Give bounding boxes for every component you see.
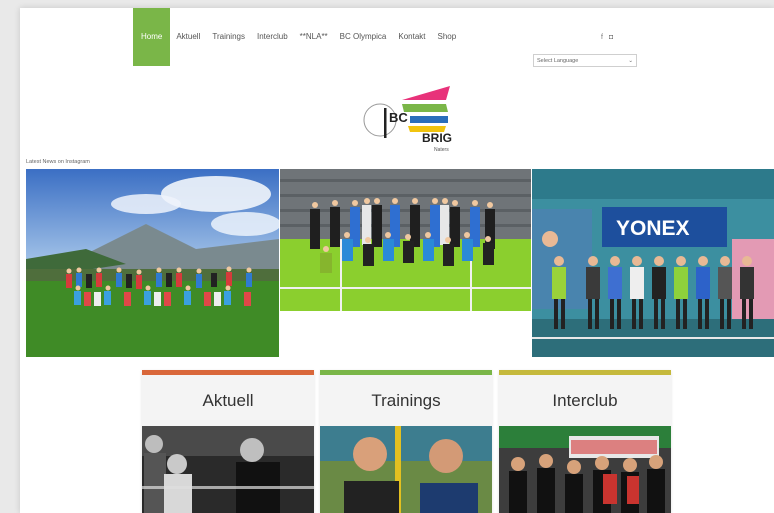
card-image-aktuell [142, 426, 314, 513]
chevron-down-icon: ⌄ [628, 57, 633, 64]
facebook-icon[interactable]: f [601, 34, 603, 41]
card-aktuell[interactable]: Aktuell [142, 370, 314, 513]
nav-interclub[interactable]: Interclub [251, 8, 294, 66]
nav-kontakt[interactable]: Kontakt [392, 8, 431, 66]
social-links: f ◘ [601, 34, 613, 41]
card-image-trainings [320, 426, 492, 513]
instagram-photo-outdoor-group[interactable] [26, 169, 279, 357]
language-select[interactable]: Select Language ⌄ [533, 54, 637, 67]
yonex-banner-text: YONEX [616, 217, 690, 240]
language-select-value: Select Language [537, 57, 579, 64]
card-title: Aktuell [142, 375, 314, 426]
instagram-photo-yonex-team[interactable]: YONEX [532, 169, 774, 357]
nav-shop[interactable]: Shop [432, 8, 463, 66]
card-title: Trainings [320, 375, 492, 426]
logo-bc-text: BC [389, 110, 408, 125]
instagram-icon[interactable]: ◘ [609, 34, 613, 41]
card-title: Interclub [499, 375, 671, 426]
nav-trainings[interactable]: Trainings [206, 8, 251, 66]
logo-naters-text: Naters [434, 147, 449, 153]
card-image-interclub [499, 426, 671, 513]
nav-nla[interactable]: **NLA** [294, 8, 334, 66]
instagram-photo-gym-group[interactable] [280, 169, 531, 311]
nav-bc-olympica[interactable]: BC Olympica [334, 8, 393, 66]
card-interclub[interactable]: Interclub [499, 370, 671, 513]
card-trainings[interactable]: Trainings [320, 370, 492, 513]
main-nav: Home Aktuell Trainings Interclub **NLA**… [133, 8, 462, 66]
nav-home[interactable]: Home [133, 8, 171, 66]
club-logo[interactable]: BC BRIG Naters [360, 82, 452, 154]
nav-aktuell[interactable]: Aktuell [170, 8, 206, 66]
logo-brig-text: BRIG [422, 131, 452, 145]
instagram-feed-label: Latest News on Instagram [26, 159, 90, 165]
page: Home Aktuell Trainings Interclub **NLA**… [20, 8, 774, 513]
